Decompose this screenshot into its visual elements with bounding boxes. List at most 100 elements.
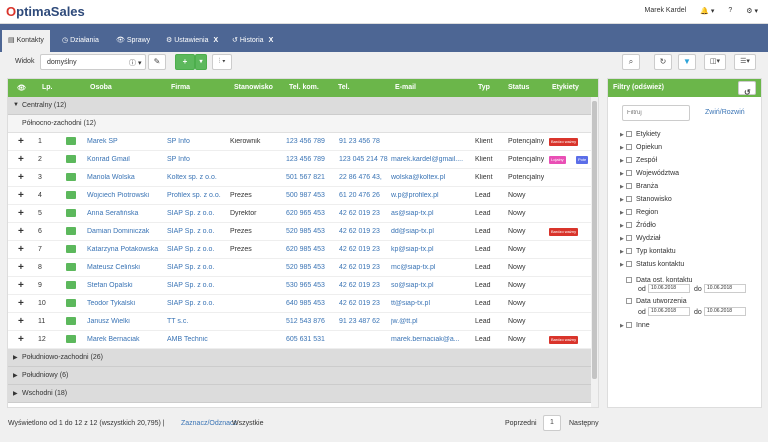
cell-osoba[interactable]: Marek SP <box>87 138 167 145</box>
cell-email[interactable]: tt@siap-tx.pl <box>391 300 475 307</box>
cell-tel[interactable]: 22 86 476 43, <box>339 174 389 181</box>
col-typ[interactable]: Typ <box>478 84 490 91</box>
col-firma[interactable]: Firma <box>171 84 190 91</box>
cell-firma[interactable]: Koltex sp. z o.o. <box>167 174 229 181</box>
cell-tel[interactable]: 42 62 019 23 <box>339 246 389 253</box>
date-to-input[interactable]: 10.06.2018 <box>704 307 746 316</box>
edit-view-button[interactable]: ✎ <box>148 54 166 70</box>
cell-email[interactable]: as@siap-tx.pl <box>391 210 475 217</box>
expand-row-icon[interactable]: + <box>18 172 24 183</box>
add-dropdown-button[interactable]: ▾ <box>195 54 207 70</box>
checkbox[interactable] <box>626 298 632 304</box>
checkbox[interactable] <box>626 322 632 328</box>
cell-osoba[interactable]: Mateusz Celiński <box>87 264 167 271</box>
cell-osoba[interactable]: Wojciech Piotrowski <box>87 192 167 199</box>
filter-item[interactable]: ▶ Źródło <box>620 222 656 229</box>
group-poludniowy[interactable]: ▶ Południowy (6) <box>8 367 598 385</box>
filter-date-created[interactable]: Data utworzenia <box>620 298 687 305</box>
cell-email[interactable]: jw.@tt.pl <box>391 318 475 325</box>
cell-tel[interactable]: 42 62 019 23 <box>339 228 389 235</box>
table-row[interactable]: +9 Stefan Opalski SIAP Sp. z o.o. 530 965 4… <box>8 277 598 295</box>
contact-card-icon[interactable] <box>66 281 76 289</box>
tab-dzialania[interactable]: ◷ Działania <box>56 32 105 52</box>
checkbox[interactable] <box>626 261 632 267</box>
cell-tel-kom[interactable]: 520 985 453 <box>286 228 334 235</box>
contact-card-icon[interactable] <box>66 209 76 217</box>
search-button[interactable]: ⌕ <box>622 54 640 70</box>
checkbox[interactable] <box>626 235 632 241</box>
prev-page-button[interactable]: Poprzedni <box>505 420 537 427</box>
cell-firma[interactable]: SIAP Sp. z o.o. <box>167 300 229 307</box>
checkbox[interactable] <box>626 222 632 228</box>
filter-item[interactable]: ▶ Województwa <box>620 170 679 177</box>
contact-card-icon[interactable] <box>66 191 76 199</box>
cell-email[interactable]: so@siap-tx.pl <box>391 282 475 289</box>
expand-row-icon[interactable]: + <box>18 316 24 327</box>
cell-osoba[interactable]: Janusz Wielki <box>87 318 167 325</box>
table-row[interactable]: +6 Damian Dominiczak SIAP Sp. z o.o. Prezes… <box>8 223 598 241</box>
checkbox[interactable] <box>626 196 632 202</box>
table-row[interactable]: +3 Mariola Wolska Koltex sp. z o.o. 501 567… <box>8 169 598 187</box>
cell-tel-kom[interactable]: 530 965 453 <box>286 282 334 289</box>
tab-sprawy[interactable]: 👁 Sprawy <box>110 32 156 52</box>
cell-tel[interactable]: 42 62 019 23 <box>339 300 389 307</box>
cell-tel-kom[interactable]: 620 985 453 <box>286 246 334 253</box>
col-tel-kom[interactable]: Tel. kom. <box>289 84 319 91</box>
filter-item[interactable]: ▶ Branża <box>620 183 658 190</box>
cell-tel[interactable]: 42 62 019 23 <box>339 282 389 289</box>
table-row[interactable]: +12 Marek Bernaciak AMB Technic 605 631 531… <box>8 331 598 349</box>
contact-card-icon[interactable] <box>66 137 76 145</box>
contact-card-icon[interactable] <box>66 299 76 307</box>
checkbox[interactable] <box>626 248 632 254</box>
cell-tel-kom[interactable]: 620 965 453 <box>286 210 334 217</box>
refresh-button[interactable]: ↻ <box>654 54 672 70</box>
expand-row-icon[interactable]: + <box>18 208 24 219</box>
cell-email[interactable]: w.p@profilex.pl <box>391 192 475 199</box>
checkbox[interactable] <box>626 183 632 189</box>
cell-firma[interactable]: SIAP Sp. z o.o. <box>167 264 229 271</box>
filter-inne[interactable]: ▶ Inne <box>620 322 650 329</box>
table-row[interactable]: +2 Konrad Gmail SP Info 123 456 789 123 045 … <box>8 151 598 169</box>
collapse-expand-link[interactable]: Zwiń/Rozwiń <box>705 109 745 116</box>
expand-row-icon[interactable]: + <box>18 154 24 165</box>
filter-item[interactable]: ▶ Zespół <box>620 157 657 164</box>
cell-tel[interactable]: 61 20 476 26 <box>339 192 389 199</box>
filter-date-last-contact[interactable]: Data ost. kontaktu <box>620 277 692 284</box>
cell-firma[interactable]: AMB Technic <box>167 336 229 343</box>
table-row[interactable]: +1 Marek SP SP Info Kierownik 123 456 789 91 … <box>8 133 598 151</box>
cell-osoba[interactable]: Anna Serafińska <box>87 210 167 217</box>
cell-tel[interactable]: 42 62 019 23 <box>339 210 389 217</box>
cell-email[interactable]: dd@siap-tx.pl <box>391 228 475 235</box>
columns-button[interactable]: ◫▾ <box>704 54 726 70</box>
group-poludniowo-zachodni[interactable]: ▶ Południowo-zachodni (26) <box>8 349 598 367</box>
expand-row-icon[interactable]: + <box>18 262 24 273</box>
reset-filters-button[interactable]: ↺ <box>738 81 756 97</box>
cell-tel-kom[interactable]: 520 985 453 <box>286 264 334 271</box>
group-polnocno-zachodni[interactable]: Północno-zachodni (12) <box>8 115 598 133</box>
cell-tel-kom[interactable]: 500 987 453 <box>286 192 334 199</box>
col-status[interactable]: Status <box>508 84 529 91</box>
next-page-button[interactable]: Następny <box>569 420 599 427</box>
cell-firma[interactable]: SIAP Sp. z o.o. <box>167 282 229 289</box>
cell-osoba[interactable]: Damian Dominiczak <box>87 228 167 235</box>
cell-tel[interactable]: 91 23 487 62 <box>339 318 389 325</box>
contact-card-icon[interactable] <box>66 155 76 163</box>
cell-tel-kom[interactable]: 605 631 531 <box>286 336 334 343</box>
cell-osoba[interactable]: Teodor Tykalski <box>87 300 167 307</box>
contact-card-icon[interactable] <box>66 335 76 343</box>
cell-email[interactable]: marek.kardel@gmail.... <box>391 156 475 163</box>
cell-tel-kom[interactable]: 123 456 789 <box>286 156 334 163</box>
date-to-input[interactable]: 10.06.2018 <box>704 284 746 293</box>
cell-firma[interactable]: Profilex sp. z o.o. <box>167 192 229 199</box>
cell-email[interactable]: mc@siap-tx.pl <box>391 264 475 271</box>
eye-icon[interactable]: 👁 <box>17 84 26 92</box>
col-etykiety[interactable]: Etykiety <box>552 84 579 91</box>
cell-firma[interactable]: SIAP Sp. z o.o. <box>167 228 229 235</box>
gear-icon[interactable]: ⚙ ▾ <box>746 7 758 15</box>
more-actions-button[interactable]: ⫶ ▾ <box>212 54 232 70</box>
col-tel[interactable]: Tel. <box>338 84 350 91</box>
cell-firma[interactable]: SIAP Sp. z o.o. <box>167 210 229 217</box>
view-select[interactable]: domyślny ⓘ ▾ <box>40 54 146 70</box>
cell-osoba[interactable]: Marek Bernaciak <box>87 336 167 343</box>
col-email[interactable]: E-mail <box>395 84 416 91</box>
